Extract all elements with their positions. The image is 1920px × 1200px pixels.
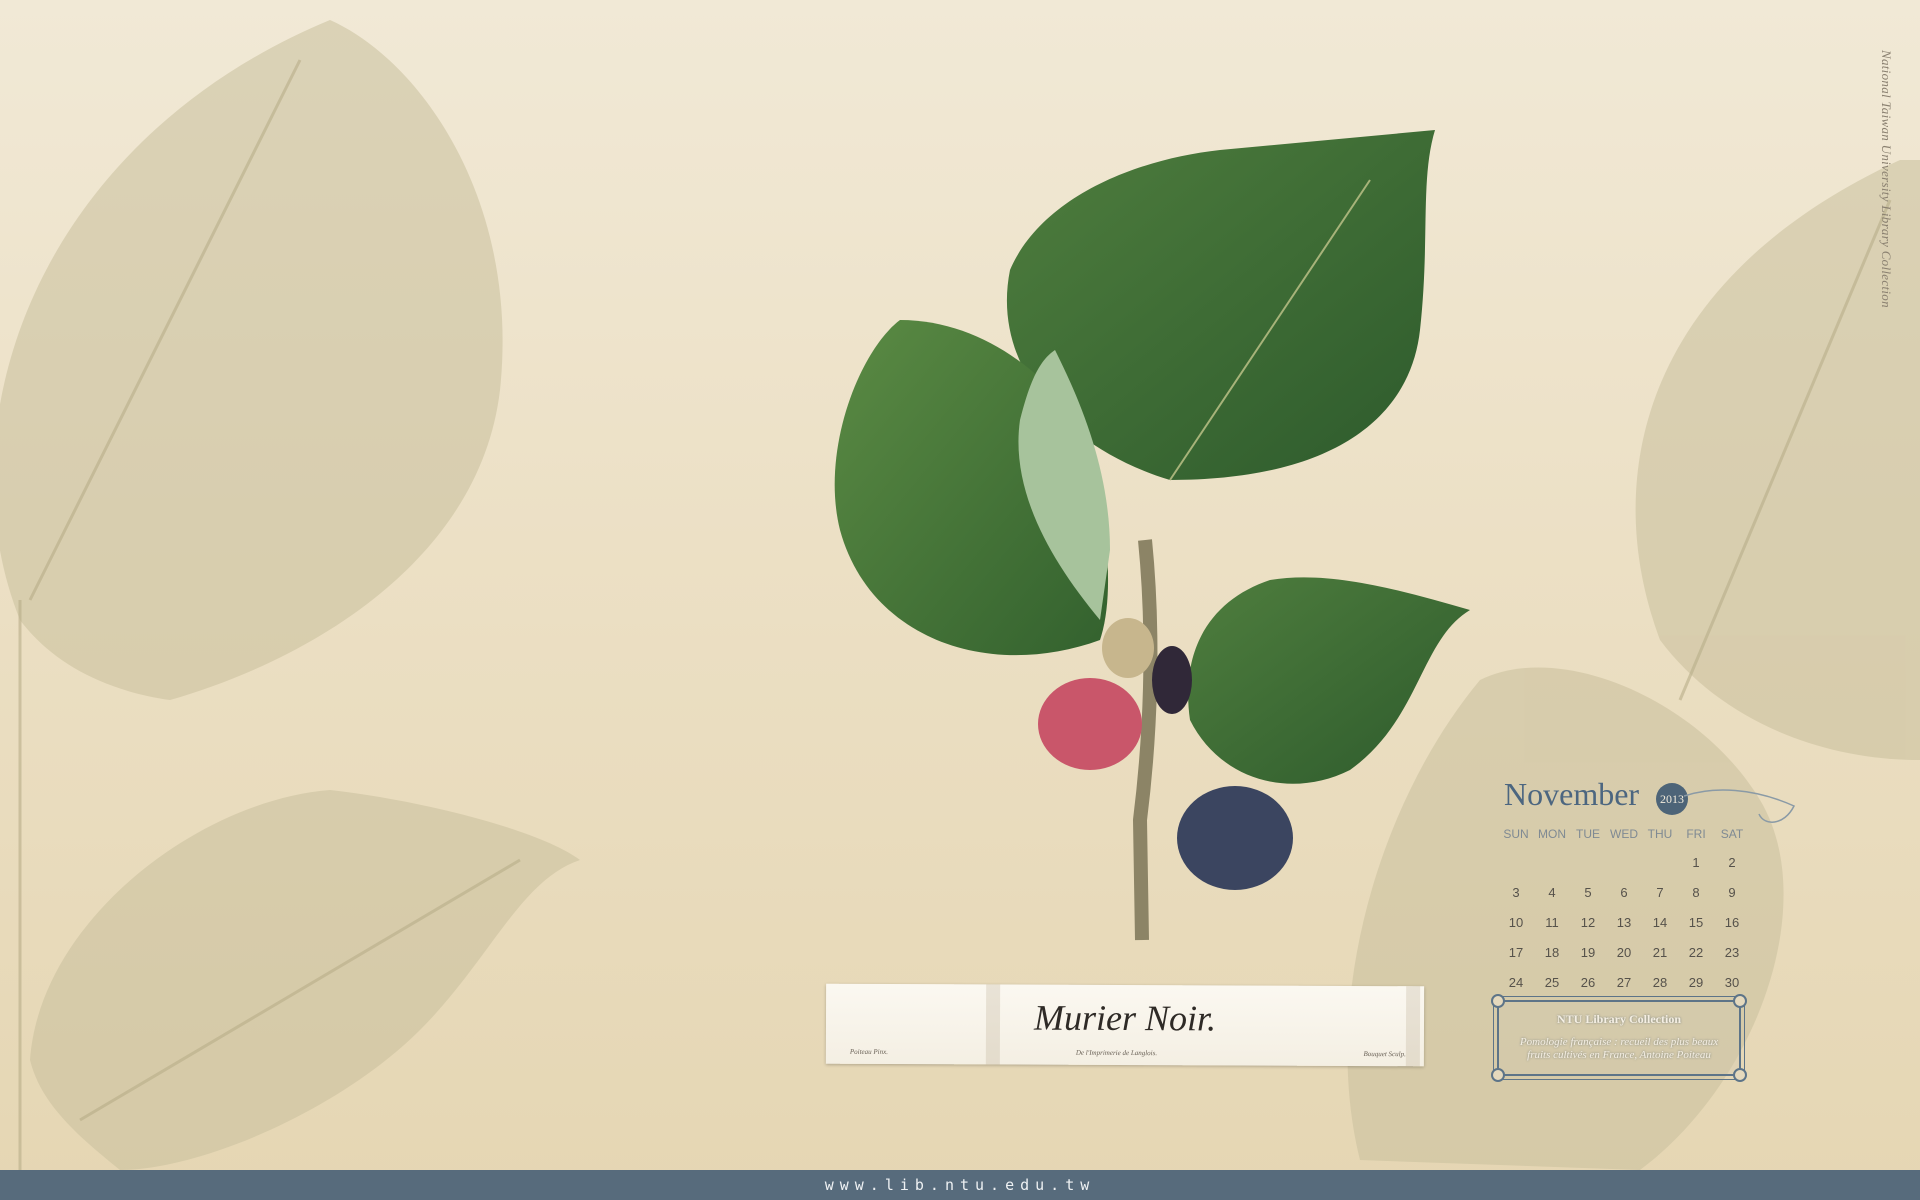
calendar-date-cell: 25: [1544, 975, 1560, 990]
calendar-date-cell: 14: [1652, 915, 1668, 930]
calendar-date-cell: 1: [1692, 855, 1700, 870]
calendar-date-cell: 10: [1508, 915, 1524, 930]
footer-bar: www.lib.ntu.edu.tw: [0, 1170, 1920, 1200]
calendar-date-cell: 3: [1512, 885, 1520, 900]
calendar-date-cell: [1606, 848, 1642, 878]
calendar-date-cell: 23: [1724, 945, 1740, 960]
calendar-date-cell: 8: [1692, 885, 1700, 900]
calendar-grid: SUN MON TUE WED THU FRI SAT 1 2 3 4 5 6 7 8 9 10 11 12 13 14…: [1498, 820, 1750, 998]
mulberry-illustration: [834, 130, 1470, 941]
calendar-date-cell: 30: [1724, 975, 1740, 990]
calendar-date-cell: 29: [1688, 975, 1704, 990]
calendar-date-cell: 19: [1580, 945, 1596, 960]
calendar-date-cell: [1498, 848, 1534, 878]
footer-url-link[interactable]: www.lib.ntu.edu.tw: [825, 1176, 1096, 1194]
calendar-date-cell: [1642, 848, 1678, 878]
calendar-date-cell: 22: [1688, 945, 1704, 960]
calendar-date-cell: 17: [1508, 945, 1524, 960]
corner-ornament-icon: [1491, 1068, 1505, 1082]
calendar-date-cell: 18: [1544, 945, 1560, 960]
calendar-day-name: SUN: [1503, 827, 1529, 841]
collection-label-box: NTU Library Collection Pomologie françai…: [1491, 994, 1747, 1082]
calendar-date-cell: 24: [1508, 975, 1524, 990]
calendar-date-cell: [1534, 848, 1570, 878]
calendar-date-cell: 28: [1652, 975, 1668, 990]
calendar-date-cell: 15: [1688, 915, 1704, 930]
calendar-day-name: SAT: [1720, 827, 1744, 841]
calendar-day-name: MON: [1538, 827, 1566, 841]
caption-title: Murier Noir.: [1033, 997, 1217, 1039]
calendar-date-cell: 27: [1616, 975, 1632, 990]
calendar-date-cell: 21: [1652, 945, 1668, 960]
caption-printer: De l'Imprimerie de Langlois.: [1075, 1048, 1158, 1058]
calendar-day-name: TUE: [1576, 827, 1600, 841]
corner-ornament-icon: [1733, 994, 1747, 1008]
calendar-date-cell: 2: [1728, 855, 1736, 870]
collection-description-line2: fruits cultivés en France, Antoine Poite…: [1527, 1049, 1711, 1061]
calendar-header: November 2013: [1504, 776, 1796, 823]
calendar-date-cell: 4: [1548, 885, 1556, 900]
calendar-date-cell: 26: [1580, 975, 1596, 990]
calendar-date-cell: 5: [1584, 885, 1592, 900]
calendar-day-name: WED: [1610, 827, 1638, 841]
collection-description: Pomologie française : recueil des plus b…: [1509, 1036, 1729, 1062]
collection-title: NTU Library Collection: [1557, 1012, 1681, 1026]
calendar-date-cell: 7: [1656, 885, 1664, 900]
corner-ornament-icon: [1491, 994, 1505, 1008]
calendar-day-name: FRI: [1686, 827, 1706, 841]
calendar-date-cell: 6: [1620, 885, 1628, 900]
collection-credit-vertical: National Taiwan University Library Colle…: [1879, 50, 1894, 308]
caption-painter: Poiteau Pinx.: [849, 1047, 889, 1056]
corner-ornament-icon: [1733, 1068, 1747, 1082]
calendar-date-cell: 9: [1728, 885, 1736, 900]
calendar-date-cell: 16: [1724, 915, 1740, 930]
collection-description-line1: Pomologie française : recueil des plus b…: [1519, 1036, 1719, 1048]
calendar-date-cell: 11: [1545, 915, 1559, 930]
calendar-month: November: [1504, 776, 1640, 812]
calendar-date-cell: 12: [1580, 915, 1596, 930]
calendar-date-cell: 13: [1616, 915, 1632, 930]
calendar-day-name: THU: [1647, 827, 1673, 841]
caption-strip: Murier Noir. Poiteau Pinx. De l'Imprimer…: [825, 983, 1425, 1067]
caption-engraver: Bouquet Sculp.: [1363, 1050, 1406, 1059]
calendar-date-cell: 20: [1616, 945, 1632, 960]
calendar-date-cell: [1570, 848, 1606, 878]
